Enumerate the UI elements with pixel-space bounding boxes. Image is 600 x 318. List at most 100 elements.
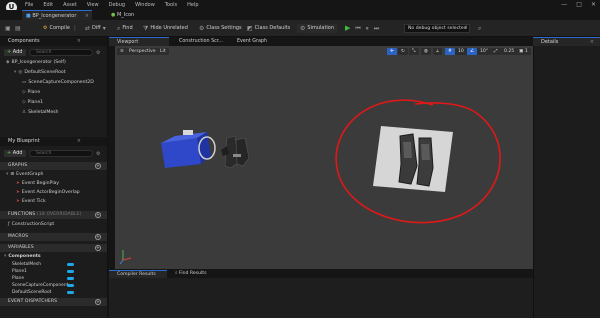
expand-icon[interactable]: ▾ xyxy=(6,172,8,177)
asset-tab-bp-icongenerator[interactable]: ■ BP_Icongenerator × xyxy=(22,10,92,20)
lit-button[interactable]: Lit xyxy=(157,48,169,55)
add-dispatcher-icon[interactable]: + xyxy=(95,299,101,305)
component-default-scene-root[interactable]: ▾ ◎ DefaultSceneRoot xyxy=(14,70,66,75)
variables-section[interactable]: VARIABLES + xyxy=(0,244,107,252)
tab-event-graph[interactable]: Event Graph xyxy=(229,37,289,46)
variable-item[interactable]: SkeletalMesh xyxy=(12,262,41,267)
pause-icon[interactable]: ⏸ xyxy=(366,24,369,33)
debug-object-select[interactable]: No debug object selected ▾ xyxy=(404,24,470,33)
compile-button[interactable]: ⚙ Compile ⋮ xyxy=(43,24,78,33)
construction-script-label: ConstructionScript xyxy=(11,222,55,227)
asset-tab-m-icon[interactable]: ● M_Icon xyxy=(107,10,147,20)
find-button[interactable]: ⌕ Find xyxy=(117,24,133,33)
save-icon[interactable]: ▣ xyxy=(5,24,11,33)
play-icon[interactable]: ▶ xyxy=(345,24,350,33)
asset-tab-label: M_Icon xyxy=(116,12,135,18)
expand-icon[interactable]: ▾ xyxy=(4,254,6,259)
viewport[interactable] xyxy=(115,46,533,269)
menu-window[interactable]: Window xyxy=(135,2,155,8)
graphs-section[interactable]: GRAPHS + xyxy=(0,162,107,170)
event-actor-begin-overlap[interactable]: ➤ Event ActorBeginOverlap xyxy=(16,190,80,195)
event-dispatchers-section[interactable]: EVENT DISPATCHERS + xyxy=(0,298,107,306)
component-self[interactable]: ◆ BP_Icongenerator (Self) xyxy=(6,60,66,65)
add-graph-icon[interactable]: + xyxy=(95,163,101,169)
add-variable-icon[interactable]: + xyxy=(95,245,101,251)
component-scene-capture[interactable]: ▭ SceneCaptureComponent2D xyxy=(22,80,94,85)
step-forward-icon[interactable]: ⏭ xyxy=(374,24,379,33)
browse-icon[interactable]: ▤ xyxy=(15,24,21,33)
details-panel-tab[interactable]: Details × xyxy=(533,37,600,46)
menu-help[interactable]: Help xyxy=(187,2,198,8)
component-label: Plane1 xyxy=(27,100,44,105)
component-plane1[interactable]: ◇ Plane1 xyxy=(22,100,43,105)
minimize-icon[interactable]: — xyxy=(561,1,567,8)
close-icon[interactable]: ✕ xyxy=(591,1,596,8)
world-local-icon[interactable]: ◍ xyxy=(421,48,432,55)
close-icon[interactable]: × xyxy=(77,37,81,46)
event-graph-item[interactable]: ▾ ⊞ EventGraph xyxy=(6,172,43,177)
tab-viewport[interactable]: Viewport xyxy=(109,37,169,46)
variable-item[interactable]: SceneCaptureComponent xyxy=(12,283,68,288)
grid-snap-value[interactable]: 10 xyxy=(455,48,467,55)
angle-snap-toggle[interactable]: ∠ xyxy=(467,48,478,55)
macros-section[interactable]: MACROS + xyxy=(0,233,107,241)
gear-icon: ⚙ xyxy=(199,25,205,32)
component-plane[interactable]: ◇ Plane xyxy=(22,90,40,95)
scene-capture-mesh[interactable] xyxy=(161,130,216,168)
maximize-icon[interactable]: □ xyxy=(576,1,582,8)
blueprint-search-input[interactable]: Search xyxy=(29,150,93,157)
debug-find-icon[interactable]: ⌕ xyxy=(478,24,481,33)
scale-snap-value[interactable]: 0.25 xyxy=(501,48,518,55)
menu-asset[interactable]: Asset xyxy=(63,2,77,8)
menu-tools[interactable]: Tools xyxy=(165,2,177,8)
scale-tool-icon[interactable]: ⤡ xyxy=(409,48,419,55)
menu-edit[interactable]: Edit xyxy=(43,2,53,8)
construction-script-item[interactable]: ƒ ConstructionScript xyxy=(8,222,54,227)
menu-debug[interactable]: Debug xyxy=(109,2,125,8)
class-settings-label: Class Settings xyxy=(206,25,242,31)
icon-render-plane[interactable] xyxy=(373,126,453,192)
event-begin-play[interactable]: ➤ Event BeginPlay xyxy=(16,181,59,186)
scale-snap-toggle[interactable]: ⤢ xyxy=(491,48,501,55)
grid-snap-toggle[interactable]: # xyxy=(445,48,455,55)
translate-tool-icon[interactable]: ✛ xyxy=(387,48,397,55)
add-macro-icon[interactable]: + xyxy=(95,234,101,240)
add-function-icon[interactable]: + xyxy=(95,212,101,218)
hide-unrelated-button[interactable]: ⧩ Hide Unrelated xyxy=(143,24,188,33)
event-tick[interactable]: ➤ Event Tick xyxy=(16,199,46,204)
close-icon[interactable]: × xyxy=(77,137,81,146)
menu-view[interactable]: View xyxy=(87,2,99,8)
class-defaults-button[interactable]: ◩ Class Defaults xyxy=(247,24,290,33)
add-blueprint-item-button[interactable]: + Add xyxy=(4,150,26,157)
step-back-icon[interactable]: ⏮ xyxy=(355,24,360,33)
menu-file[interactable]: File xyxy=(25,2,33,8)
angle-snap-value[interactable]: 10° xyxy=(477,48,492,55)
simulation-button[interactable]: ⚙ Simulation xyxy=(297,24,338,33)
surface-snap-icon[interactable]: ⟂ xyxy=(433,48,443,55)
camera-speed-button[interactable]: ▣ 1 xyxy=(516,48,531,55)
components-panel-tab[interactable]: Components × xyxy=(0,37,107,46)
settings-icon[interactable]: ⚙ xyxy=(96,151,100,157)
tab-compiler-results[interactable]: Compiler Results xyxy=(109,270,167,278)
tab-find-results[interactable]: ⌕ Find Results xyxy=(167,270,217,278)
tab-construction-script[interactable]: Construction Scr... xyxy=(171,37,229,46)
functions-section[interactable]: FUNCTIONS (18 OVERRIDABLE) + xyxy=(0,211,107,219)
class-settings-button[interactable]: ⚙ Class Settings xyxy=(199,24,242,33)
skeletal-mesh-icon: ♙ xyxy=(22,110,27,115)
expand-icon[interactable]: ▾ xyxy=(14,70,16,75)
variable-item[interactable]: Plane1 xyxy=(12,269,27,274)
component-skeletal-mesh[interactable]: ♙ SkeletalMesh xyxy=(22,110,58,115)
skeletal-mesh[interactable] xyxy=(221,135,250,169)
event-icon: ➤ xyxy=(16,181,20,186)
my-blueprint-panel-tab[interactable]: My Blueprint × xyxy=(0,137,107,146)
angle-snap-label: 10° xyxy=(480,49,489,54)
rotate-tool-icon[interactable]: ↻ xyxy=(398,48,408,55)
settings-icon[interactable]: ⚙ xyxy=(96,50,100,56)
add-component-button[interactable]: + Add xyxy=(4,49,26,56)
components-search-input[interactable]: Search xyxy=(29,49,93,56)
diff-button[interactable]: ⇄ Diff ▾ xyxy=(85,24,106,33)
variable-item[interactable]: DefaultSceneRoot xyxy=(12,290,51,295)
variable-item[interactable]: Plane xyxy=(12,276,24,281)
components-variable-group[interactable]: ▾ Components xyxy=(4,254,41,259)
perspective-button[interactable]: Perspective xyxy=(126,48,159,55)
